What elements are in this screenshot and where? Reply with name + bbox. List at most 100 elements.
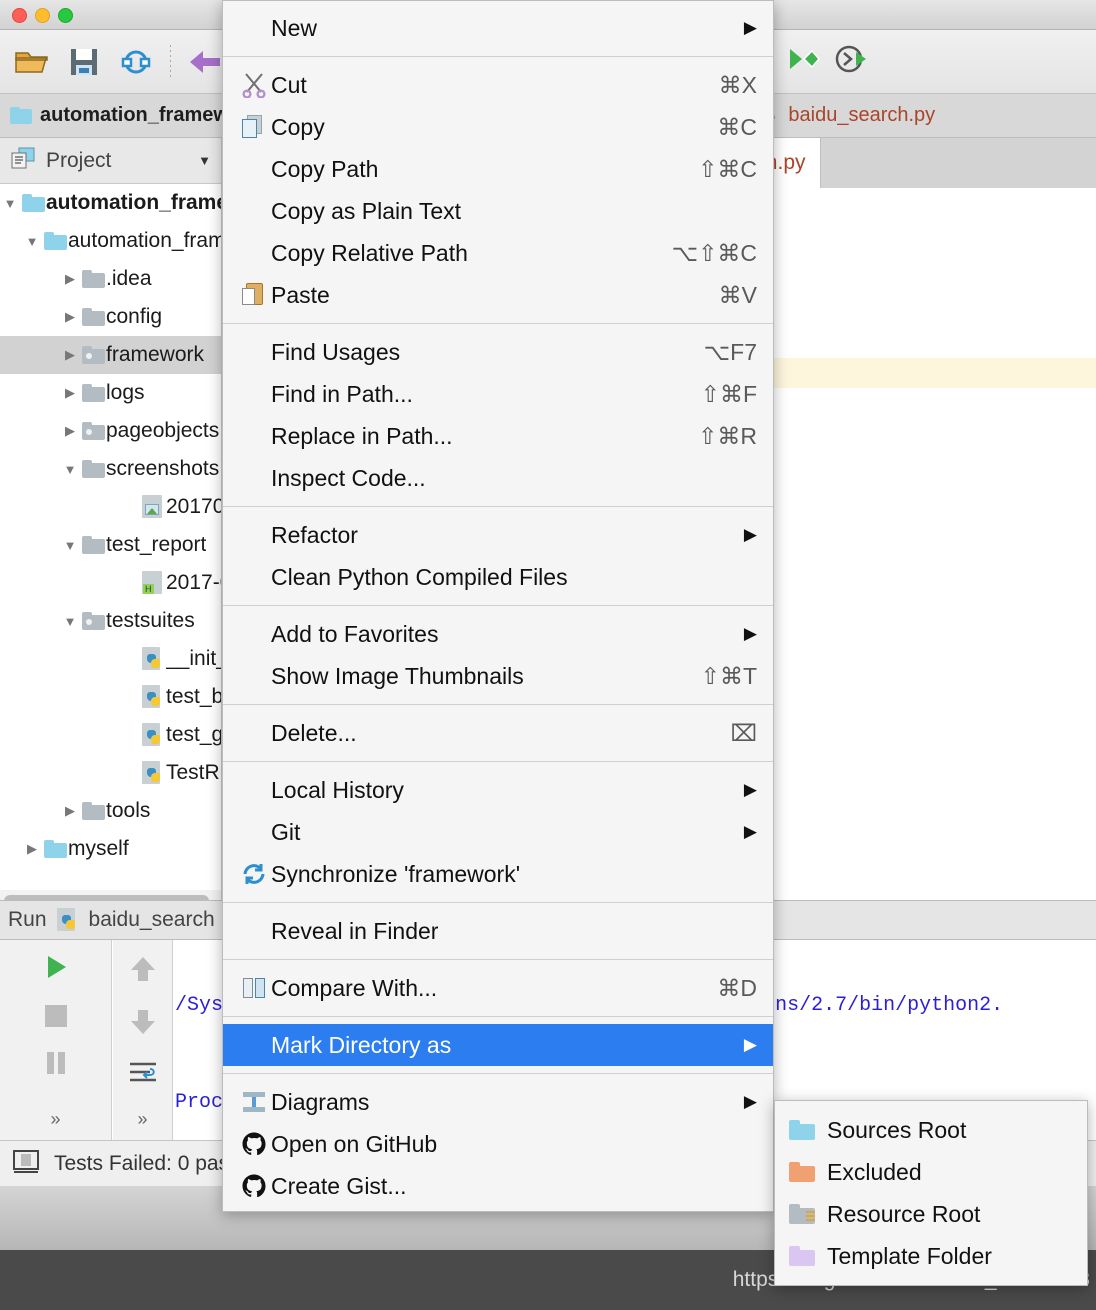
twisty-closed-icon[interactable]: ▶	[60, 803, 80, 819]
submenu-item-resource-root[interactable]: Resource Root	[775, 1193, 1087, 1235]
profile-icon[interactable]	[834, 42, 868, 81]
menu-item-cut[interactable]: Cut ⌘X	[223, 64, 773, 106]
submenu-item-excluded[interactable]: Excluded	[775, 1151, 1087, 1193]
twisty-open-icon[interactable]: ▼	[0, 196, 20, 211]
twisty-closed-icon[interactable]: ▶	[22, 841, 42, 857]
twisty-closed-icon[interactable]: ▶	[60, 385, 80, 401]
menu-item-replace-in-path[interactable]: Replace in Path... ⇧⌘R	[223, 415, 773, 457]
tree-row[interactable]: ▼ test_report	[0, 526, 221, 564]
menu-item-local-history[interactable]: Local History ▶	[223, 769, 773, 811]
pause-icon[interactable]	[43, 1050, 69, 1081]
submenu-item-sources-root[interactable]: Sources Root	[775, 1109, 1087, 1151]
menu-item-label: Delete...	[271, 719, 357, 746]
menu-item-git[interactable]: Git ▶	[223, 811, 773, 853]
project-panel-header[interactable]: Project ▼	[0, 138, 222, 184]
menu-item-label: Reveal in Finder	[271, 917, 439, 944]
tree-row[interactable]: ▶ config	[0, 298, 221, 336]
menu-item-label: Create Gist...	[271, 1172, 407, 1199]
expand-controls-icon[interactable]: »	[137, 1109, 147, 1130]
menu-item-create-gist[interactable]: Create Gist...	[223, 1165, 773, 1207]
breadcrumb-item-4[interactable]: baidu_search.py	[784, 104, 939, 127]
menu-separator	[223, 506, 773, 507]
menu-item-clean-python-compiled-files[interactable]: Clean Python Compiled Files	[223, 556, 773, 598]
run-icon[interactable]	[41, 952, 71, 987]
chevron-down-icon[interactable]: ▼	[198, 153, 211, 168]
menu-item-synchronize-framework[interactable]: Synchronize 'framework'	[223, 853, 773, 895]
twisty-open-icon[interactable]: ▼	[22, 234, 42, 249]
tree-row[interactable]: ▶ .idea	[0, 260, 221, 298]
menu-item-mark-directory-as[interactable]: Mark Directory as ▶	[223, 1024, 773, 1066]
tree-row[interactable]: test_baidu_search.py	[0, 678, 221, 716]
menu-item-label: Replace in Path...	[271, 422, 453, 449]
menu-item-accel: ⌥F7	[703, 338, 757, 365]
twisty-open-icon[interactable]: ▼	[60, 462, 80, 477]
save-icon[interactable]	[60, 38, 108, 86]
twisty-closed-icon[interactable]: ▶	[60, 309, 80, 325]
tree-row[interactable]: __init__.py	[0, 640, 221, 678]
menu-item-new[interactable]: New ▶	[223, 7, 773, 49]
menu-item-copy[interactable]: Copy ⌘C	[223, 106, 773, 148]
tree-row-framework[interactable]: ▶ framework	[0, 336, 221, 374]
run-with-coverage-icon[interactable]	[786, 42, 820, 81]
tree-row[interactable]: ▼ automation_framework_demo sources ro	[0, 184, 221, 222]
twisty-open-icon[interactable]: ▼	[60, 538, 80, 553]
tree-item-label: screenshots	[106, 457, 220, 480]
menu-item-accel: ⌘V	[718, 281, 757, 308]
menu-item-label: Open on GitHub	[271, 1130, 438, 1157]
menu-item-copy-as-plain-text[interactable]: Copy as Plain Text	[223, 190, 773, 232]
submenu-item-label: Sources Root	[827, 1116, 967, 1143]
menu-item-find-usages[interactable]: Find Usages ⌥F7	[223, 331, 773, 373]
menu-item-open-on-github[interactable]: Open on GitHub	[223, 1123, 773, 1165]
twisty-closed-icon[interactable]: ▶	[60, 271, 80, 287]
stop-icon[interactable]	[43, 1003, 69, 1034]
context-menu[interactable]: New ▶ Cut ⌘X Copy ⌘C Copy Path ⇧⌘C Copy …	[222, 0, 774, 1212]
open-folder-icon[interactable]	[8, 38, 56, 86]
tree-row[interactable]: ▶ myself	[0, 830, 221, 868]
folder-icon	[80, 536, 106, 554]
project-view-icon	[10, 146, 36, 175]
tree-row[interactable]: ▼ screenshots	[0, 450, 221, 488]
tree-row[interactable]: 20170424-1008.png	[0, 488, 221, 526]
expand-controls-icon[interactable]: »	[50, 1109, 60, 1130]
menu-item-show-image-thumbnails[interactable]: Show Image Thumbnails ⇧⌘T	[223, 655, 773, 697]
menu-item-delete[interactable]: Delete... ⌧	[223, 712, 773, 754]
tree-row[interactable]: test_get_page_title.py	[0, 716, 221, 754]
arrow-up-icon[interactable]	[128, 954, 158, 989]
menu-item-label: Refactor	[271, 521, 358, 548]
tree-row[interactable]: ▶ tools	[0, 792, 221, 830]
menu-item-paste[interactable]: Paste ⌘V	[223, 274, 773, 316]
source-folder-icon	[80, 612, 106, 630]
menu-item-diagrams[interactable]: Diagrams ▶	[223, 1081, 773, 1123]
menu-item-inspect-code[interactable]: Inspect Code...	[223, 457, 773, 499]
menu-item-find-in-path[interactable]: Find in Path... ⇧⌘F	[223, 373, 773, 415]
menu-item-refactor[interactable]: Refactor ▶	[223, 514, 773, 556]
soft-wrap-icon[interactable]	[128, 1060, 158, 1091]
arrow-down-icon[interactable]	[128, 1007, 158, 1042]
menu-item-reveal-in-finder[interactable]: Reveal in Finder	[223, 910, 773, 952]
tree-row[interactable]: ▼ testsuites	[0, 602, 221, 640]
project-tree[interactable]: ▼ automation_framework_demo sources ro ▼…	[0, 184, 222, 894]
chevron-right-icon: ▶	[743, 1035, 757, 1054]
tree-row[interactable]: ▶ logs	[0, 374, 221, 412]
image-file-icon	[140, 495, 166, 519]
twisty-open-icon[interactable]: ▼	[60, 614, 80, 629]
tree-row[interactable]: H 2017-04-24-10_08_39HTMLtemp	[0, 564, 221, 602]
menu-item-label: New	[271, 14, 318, 41]
submenu-item-template-folder[interactable]: Template Folder	[775, 1235, 1087, 1277]
tree-row[interactable]: ▼ automation_framework_demo	[0, 222, 221, 260]
python-file-icon	[140, 685, 166, 709]
menu-item-add-to-favorites[interactable]: Add to Favorites ▶	[223, 613, 773, 655]
menu-item-copy-relative-path[interactable]: Copy Relative Path ⌥⇧⌘C	[223, 232, 773, 274]
menu-item-copy-path[interactable]: Copy Path ⇧⌘C	[223, 148, 773, 190]
menu-separator	[223, 704, 773, 705]
github-icon	[237, 1173, 271, 1199]
tree-row[interactable]: ▶ pageobjects	[0, 412, 221, 450]
twisty-closed-icon[interactable]: ▶	[60, 423, 80, 439]
menu-item-label: Clean Python Compiled Files	[271, 563, 568, 590]
tree-row[interactable]: TestRunner.py	[0, 754, 221, 792]
twisty-closed-icon[interactable]: ▶	[60, 347, 80, 363]
menu-item-compare-with[interactable]: Compare With... ⌘D	[223, 967, 773, 1009]
mark-directory-as-submenu[interactable]: Sources Root Excluded Resource Root Temp…	[774, 1100, 1088, 1286]
sync-icon[interactable]	[112, 38, 160, 86]
folder-resource-icon	[789, 1204, 815, 1224]
